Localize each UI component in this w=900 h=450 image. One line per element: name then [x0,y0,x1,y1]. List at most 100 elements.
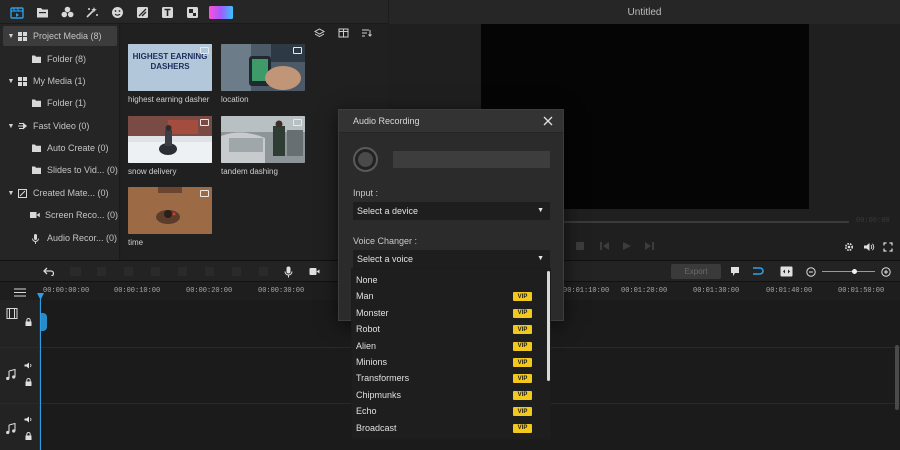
clip-edge-handle[interactable] [40,313,47,331]
sidebar-item[interactable]: ▼ Fast Video (0) [0,116,118,136]
voice-option[interactable]: Monster VIP [356,305,534,321]
speed-icon[interactable] [178,267,187,276]
media-thumbnail[interactable] [128,187,212,234]
microphone-icon[interactable] [284,266,293,278]
zoom-slider[interactable] [822,271,875,272]
record-icon [358,152,373,167]
play-icon[interactable] [623,242,631,250]
zoom-slider-handle[interactable] [852,269,857,274]
media-thumbnail[interactable]: HIGHEST EARNING DASHERS [128,44,212,91]
text-icon[interactable] [158,3,176,21]
split-icon[interactable] [205,267,214,276]
volume-icon[interactable] [863,242,875,252]
media-icon[interactable] [8,3,26,21]
media-thumbnail[interactable] [221,44,305,91]
edit-icon[interactable] [259,267,268,276]
voice-option[interactable]: Echo VIP [356,403,534,419]
sidebar-item[interactable]: Folder (8) [0,49,118,69]
crop-icon[interactable] [151,267,160,276]
sort-icon[interactable] [361,28,372,38]
stop-icon[interactable] [576,242,584,250]
sidebar-item[interactable]: ▼ My Media (1) [0,71,118,91]
speaker-icon[interactable] [24,362,33,369]
export-label: Export [684,267,708,276]
media-label: tandem dashing [221,167,278,176]
layers-icon[interactable] [314,28,325,38]
lock-icon[interactable] [25,378,32,386]
vip-badge: VIP [513,292,532,302]
sidebar-item-label: Project Media (8) [33,31,102,41]
split-view-icon[interactable] [338,28,349,38]
rotate-icon[interactable] [232,267,241,276]
folder-icon [32,166,41,175]
zoom-in-icon[interactable] [881,267,891,277]
fit-icon[interactable] [780,266,793,277]
next-frame-icon[interactable] [645,242,654,250]
voice-option[interactable]: Broadcast VIP [356,420,534,436]
voice-option[interactable]: None [356,272,534,288]
voice-select[interactable]: Select a voice ▼ [353,250,550,268]
sidebar-item[interactable]: Folder (1) [0,93,118,113]
effects-icon[interactable] [83,3,101,21]
gradient-icon[interactable] [208,3,234,21]
preview-scrubber[interactable] [564,221,849,223]
export-button[interactable]: Export [671,264,721,279]
voice-option[interactable]: Man VIP [356,288,534,304]
voice-option[interactable]: Chipmunks VIP [356,387,534,403]
media-thumbnail[interactable] [128,116,212,163]
voice-option-label: Broadcast [356,422,397,433]
fullscreen-icon[interactable] [883,242,893,252]
audio-icon[interactable] [58,3,76,21]
settings-icon[interactable] [844,242,854,252]
voice-option[interactable]: Alien VIP [356,338,534,354]
sidebar-item[interactable]: Audio Recor... (0) [0,228,118,248]
sidebar-item[interactable]: ▼ Project Media (8) [3,26,117,46]
folder-icon[interactable] [33,3,51,21]
sidebar-item[interactable]: ▼ Created Mate... (0) [0,183,118,203]
delete-icon[interactable] [97,267,106,276]
zoom-out-icon[interactable] [806,267,816,277]
speaker-icon[interactable] [24,416,33,423]
previous-frame-icon[interactable] [600,242,609,250]
lock-icon[interactable] [25,318,32,326]
marker-icon[interactable] [730,266,740,277]
sidebar-item-label: Folder (1) [47,98,87,108]
voice-changer-label: Voice Changer : [353,236,418,246]
sidebar-item[interactable]: Screen Reco... (0) [0,205,118,225]
voice-option[interactable]: Transformers VIP [356,370,534,386]
menu-icon[interactable] [14,288,26,297]
lock-icon[interactable] [25,432,32,440]
record-button[interactable] [353,147,378,172]
sidebar-item-label: My Media (1) [33,76,86,86]
voice-option-label: Echo [356,406,377,417]
voice-dropdown-list: None Man VIP Monster VIP Robot VIP Alien VIP Mini… [351,268,551,440]
sidebar-item[interactable]: Auto Create (0) [0,138,118,158]
voice-option[interactable]: Minions VIP [356,354,534,370]
voice-option[interactable]: Robot VIP [356,321,534,337]
timeline-scrollbar[interactable] [895,345,899,410]
dropdown-scrollbar[interactable] [547,271,550,381]
transition-icon[interactable] [133,3,151,21]
filter-icon[interactable] [183,3,201,21]
sticker-icon[interactable] [108,3,126,21]
close-icon[interactable] [543,116,553,126]
video-track-icon [6,308,18,319]
expand-caret-icon[interactable]: ▼ [6,33,16,40]
undo-icon[interactable] [43,267,54,276]
media-thumbnail[interactable] [221,116,305,163]
vip-badge: VIP [513,407,532,417]
sidebar-item[interactable]: Slides to Vid... (0) [0,160,118,180]
expand-caret-icon[interactable]: ▼ [6,123,16,130]
device-select[interactable]: Select a device ▼ [353,202,550,220]
record-screen-icon[interactable] [309,267,320,276]
expand-caret-icon[interactable]: ▼ [6,190,16,197]
sidebar-item-label: Audio Recor... (0) [47,233,118,243]
expand-caret-icon[interactable]: ▼ [6,78,16,85]
snap-icon[interactable] [752,266,764,277]
window-title-bar: Untitled [389,0,900,24]
redo-icon[interactable] [70,267,81,276]
music-note-icon [5,369,17,381]
media-label: location [221,95,249,104]
ruler-tick-label: 00:01:20:00 [621,287,668,295]
cut-icon[interactable] [124,267,133,276]
